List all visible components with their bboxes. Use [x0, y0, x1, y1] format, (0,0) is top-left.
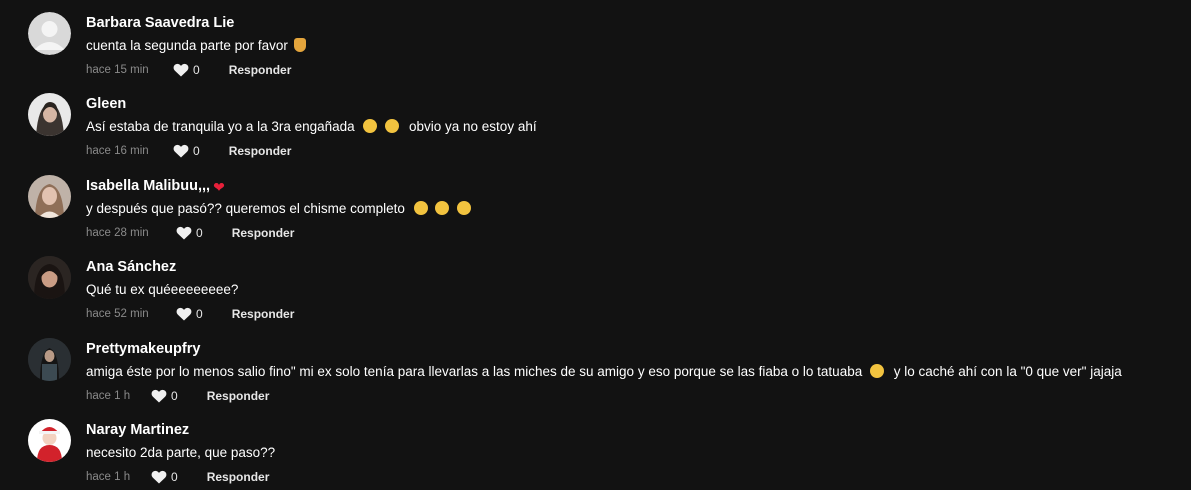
username[interactable]: Naray Martinez — [86, 422, 189, 438]
username[interactable]: Prettymakeupfry — [86, 341, 200, 357]
like-button[interactable]: 0 — [176, 307, 203, 321]
comment-text-content: y lo caché ahí con la "0 que ver" jajaja — [893, 364, 1122, 379]
reply-button[interactable]: Responder — [232, 307, 295, 321]
comment-list: Barbara Saavedra Lie cuenta la segunda p… — [0, 0, 1191, 490]
timestamp: hace 52 min — [86, 308, 149, 320]
folded-hands-icon — [293, 38, 306, 52]
reply-button[interactable]: Responder — [207, 470, 270, 484]
comment-text-content: obvio ya no estoy ahí — [409, 119, 537, 134]
comment-item: Gleen Así estaba de tranquila yo a la 3r… — [0, 81, 1191, 162]
heart-icon — [151, 470, 167, 484]
red-heart-icon: ❤ — [213, 179, 225, 195]
username[interactable]: Isabella Malibuu,,, ❤ — [86, 178, 225, 196]
reply-button[interactable]: Responder — [229, 144, 292, 158]
avatar[interactable] — [28, 256, 71, 299]
username-text: Isabella Malibuu,,, — [86, 178, 211, 194]
comment-text-content: Qué tu ex quéeeeeeeee? — [86, 282, 239, 297]
flushed-face-icon — [435, 201, 450, 215]
like-button[interactable]: 0 — [151, 470, 178, 484]
comment-text-content: Así estaba de tranquila yo a la 3ra enga… — [86, 119, 355, 134]
comment-text: y después que pasó?? queremos el chisme … — [86, 201, 473, 216]
comment-item: Barbara Saavedra Lie cuenta la segunda p… — [0, 0, 1191, 81]
flushed-face-icon — [457, 201, 472, 215]
reply-button[interactable]: Responder — [229, 63, 292, 77]
comment-item: Naray Martinez necesito 2da parte, que p… — [0, 407, 1191, 488]
comment-text: necesito 2da parte, que paso?? — [86, 445, 275, 460]
comment-meta: hace 1 h 0 Responder — [86, 469, 269, 485]
comment-text: cuenta la segunda parte por favor — [86, 38, 308, 53]
comment-text: amiga éste por lo menos salio fino" mi e… — [86, 364, 1122, 379]
comment-meta: hace 16 min 0 Responder — [86, 143, 291, 159]
like-button[interactable]: 0 — [173, 144, 200, 158]
joy-face-icon — [385, 119, 400, 133]
like-button[interactable]: 0 — [173, 63, 200, 77]
like-count: 0 — [196, 307, 203, 321]
reply-button[interactable]: Responder — [207, 389, 270, 403]
comment-text-content: necesito 2da parte, que paso?? — [86, 445, 276, 460]
like-count: 0 — [193, 144, 200, 158]
timestamp: hace 16 min — [86, 145, 149, 157]
avatar[interactable] — [28, 419, 71, 462]
heart-icon — [176, 226, 192, 240]
avatar-default-icon[interactable] — [28, 12, 71, 55]
like-count: 0 — [193, 63, 200, 77]
heart-icon — [173, 63, 189, 77]
username[interactable]: Barbara Saavedra Lie — [86, 15, 234, 31]
comment-text: Así estaba de tranquila yo a la 3ra enga… — [86, 119, 537, 134]
avatar[interactable] — [28, 175, 71, 218]
username[interactable]: Gleen — [86, 96, 126, 112]
comment-meta: hace 28 min 0 Responder — [86, 225, 294, 241]
comment-text-content: y después que pasó?? queremos el chisme … — [86, 201, 405, 216]
comment-meta: hace 15 min 0 Responder — [86, 62, 291, 78]
comment-meta: hace 1 h 0 Responder — [86, 388, 269, 404]
like-button[interactable]: 0 — [176, 226, 203, 240]
like-count: 0 — [171, 389, 178, 403]
reply-button[interactable]: Responder — [232, 226, 295, 240]
username[interactable]: Ana Sánchez — [86, 259, 176, 275]
flushed-face-icon — [413, 201, 428, 215]
comment-item: Isabella Malibuu,,, ❤ y después que pasó?… — [0, 163, 1191, 244]
like-button[interactable]: 0 — [151, 389, 178, 403]
timestamp: hace 1 h — [86, 390, 131, 402]
comment-text-content: amiga éste por lo menos salio fino" mi e… — [86, 364, 863, 379]
timestamp: hace 28 min — [86, 227, 149, 239]
rofl-face-icon — [869, 364, 884, 378]
comment-item: Prettymakeupfry amiga éste por lo menos … — [0, 326, 1191, 407]
avatar[interactable] — [28, 338, 71, 381]
timestamp: hace 15 min — [86, 64, 149, 76]
like-count: 0 — [196, 226, 203, 240]
avatar[interactable] — [28, 93, 71, 136]
like-count: 0 — [171, 470, 178, 484]
sweat-smile-face-icon — [363, 119, 378, 133]
comment-item: Ana Sánchez Qué tu ex quéeeeeeeee? hace … — [0, 244, 1191, 325]
heart-icon — [151, 389, 167, 403]
comment-text-content: cuenta la segunda parte por favor — [86, 38, 288, 53]
heart-icon — [176, 307, 192, 321]
comment-text: Qué tu ex quéeeeeeeee? — [86, 282, 238, 297]
timestamp: hace 1 h — [86, 471, 131, 483]
heart-icon — [173, 144, 189, 158]
comment-meta: hace 52 min 0 Responder — [86, 306, 294, 322]
